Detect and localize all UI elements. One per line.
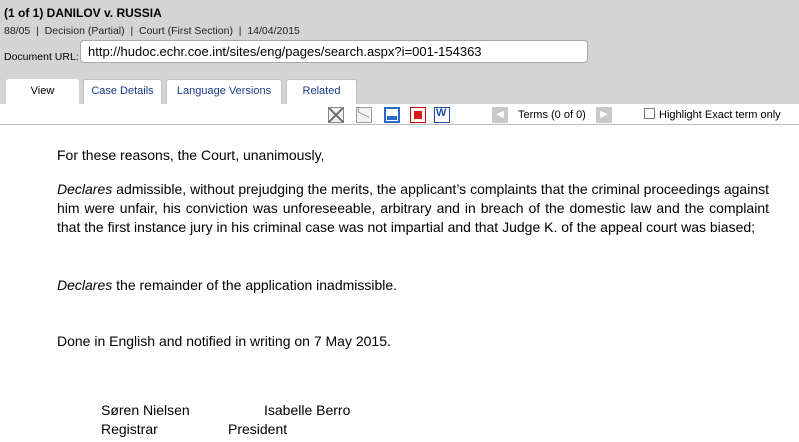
document-header: (1 of 1) DANILOV v. RUSSIA 88/05 | Decis… (0, 0, 799, 105)
print-icon[interactable] (384, 107, 400, 123)
pdf-icon[interactable] (410, 107, 426, 123)
registrar-name: Søren Nielsen (101, 402, 190, 418)
tab-view[interactable]: View (6, 79, 79, 105)
admissible-text: admissible, without prejudging the merit… (57, 181, 769, 235)
president-title: President (228, 421, 288, 437)
email-icon[interactable] (356, 107, 372, 123)
registrar-title: Registrar (101, 421, 158, 437)
next-term-button[interactable]: ▶ (596, 107, 612, 123)
url-label: Document URL: (4, 51, 79, 63)
tab-case-details[interactable]: Case Details (83, 79, 162, 104)
document-url-field[interactable]: http://hudoc.echr.coe.int/sites/eng/page… (80, 40, 588, 63)
highlight-exact-checkbox[interactable] (644, 108, 655, 119)
highlight-exact-label: Highlight Exact term only (659, 109, 781, 121)
case-title: (1 of 1) DANILOV v. RUSSIA (4, 6, 162, 20)
collapse-icon[interactable] (328, 107, 344, 123)
paragraph-done: Done in English and notified in writing … (57, 333, 391, 349)
terms-counter: Terms (0 of 0) (518, 109, 586, 121)
toolbar-divider (0, 124, 799, 125)
declares-emphasis: Declares (57, 277, 113, 293)
paragraph-reasons: For these reasons, the Court, unanimousl… (57, 147, 325, 163)
previous-term-button[interactable]: ◀ (492, 107, 508, 123)
tab-related[interactable]: Related (286, 79, 357, 104)
paragraph-admissible: Declares admissible, without prejudging … (57, 180, 769, 237)
case-meta: 88/05 | Decision (Partial) | Court (Firs… (4, 25, 300, 37)
president-name: Isabelle Berro (264, 402, 351, 418)
paragraph-inadmissible: Declares the remainder of the applicatio… (57, 276, 397, 295)
tab-language-versions[interactable]: Language Versions (166, 79, 282, 104)
word-icon[interactable] (434, 107, 450, 123)
declares-emphasis: Declares (57, 181, 113, 197)
inadmissible-text: the remainder of the application inadmis… (112, 277, 398, 293)
